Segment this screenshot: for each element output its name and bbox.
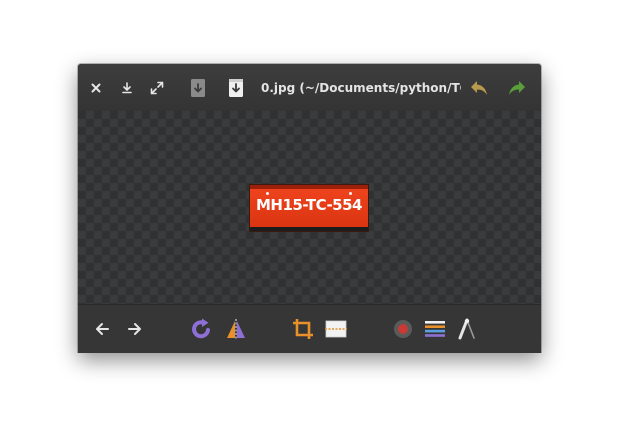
plate-rivet — [266, 192, 269, 195]
undo-button[interactable] — [469, 78, 489, 98]
crop-button[interactable] — [291, 317, 315, 341]
next-button[interactable] — [125, 319, 145, 339]
draw-icon — [458, 318, 475, 340]
record-button[interactable] — [392, 318, 414, 340]
plate-top-edge — [250, 185, 368, 189]
fullscreen-button[interactable] — [148, 79, 166, 97]
save-as-icon — [229, 79, 243, 97]
download-icon — [122, 82, 132, 94]
record-icon — [394, 320, 412, 338]
close-button[interactable] — [87, 79, 105, 97]
image-canvas[interactable]: MH15-TC-554 — [78, 111, 541, 304]
save-icon — [191, 79, 205, 97]
download-button[interactable] — [118, 79, 136, 97]
scale-icon — [325, 320, 347, 338]
window-title: 0.jpg (~/Documents/python/TC... — [261, 81, 461, 95]
image-viewer-window: 0.jpg (~/Documents/python/TC... MH15-TC-… — [78, 64, 541, 353]
plate-rivet — [349, 192, 352, 195]
header-bar: 0.jpg (~/Documents/python/TC... — [78, 64, 541, 111]
flip-icon — [227, 319, 245, 339]
fullscreen-icon — [150, 81, 164, 95]
rotate-button[interactable] — [190, 317, 214, 341]
crop-icon — [293, 319, 313, 339]
flip-button[interactable] — [224, 317, 248, 341]
draw-button[interactable] — [456, 317, 478, 341]
previous-button[interactable] — [92, 319, 112, 339]
next-icon — [128, 323, 141, 335]
previous-icon — [96, 323, 109, 335]
undo-icon — [471, 81, 487, 95]
redo-button[interactable] — [507, 78, 527, 98]
save-button[interactable] — [189, 78, 207, 98]
color-adjust-button[interactable] — [424, 318, 446, 340]
close-icon — [91, 83, 101, 93]
footer-toolbar — [78, 304, 541, 353]
plate-bottom-edge — [250, 227, 368, 231]
scale-button[interactable] — [323, 317, 349, 341]
redo-icon — [509, 81, 525, 95]
save-as-button[interactable] — [227, 78, 245, 98]
rotate-icon — [192, 318, 210, 339]
displayed-image: MH15-TC-554 — [250, 185, 368, 231]
plate-text: MH15-TC-554 — [256, 196, 363, 214]
color-icon — [425, 321, 445, 337]
